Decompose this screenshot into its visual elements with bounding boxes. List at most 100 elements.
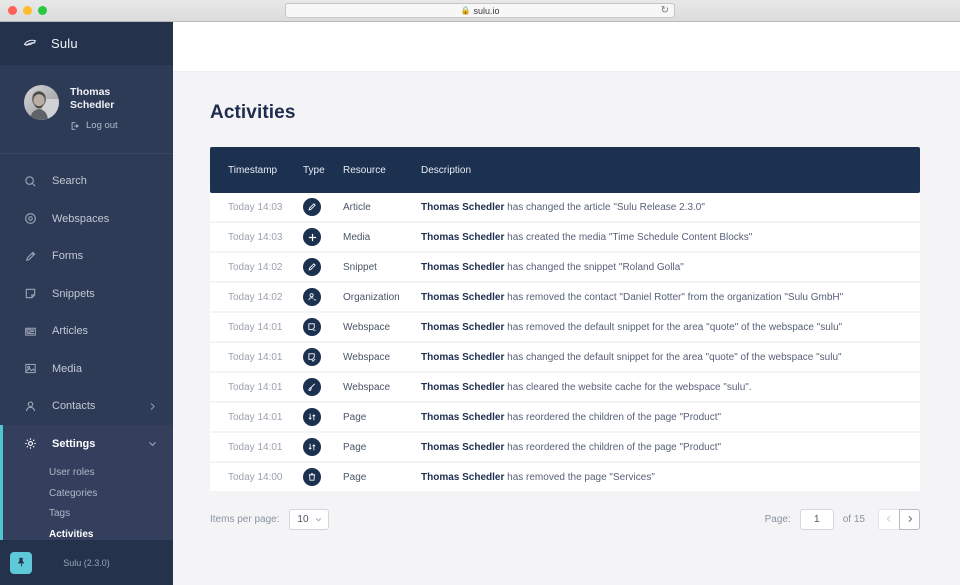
- snippet-minus-icon: [303, 318, 321, 336]
- cell-type: [303, 438, 343, 456]
- sidebar-item-categories[interactable]: Categories: [0, 483, 173, 504]
- sidebar-item-label: Forms: [52, 250, 173, 262]
- sidebar-item-label: Media: [52, 363, 173, 375]
- items-per-page-select[interactable]: 10: [289, 509, 329, 530]
- sidebar-item-webspaces[interactable]: Webspaces: [0, 200, 173, 238]
- user-name-line1: Thomas: [70, 86, 118, 99]
- table-row[interactable]: Today 14:03 ArticleThomas Schedler has ch…: [210, 193, 920, 223]
- page-title: Activities: [210, 102, 923, 124]
- cell-resource: Organization: [343, 292, 421, 303]
- cell-timestamp: Today 14:01: [210, 322, 303, 333]
- table-row[interactable]: Today 14:01WebspaceThomas Schedler has c…: [210, 343, 920, 373]
- pager-buttons: [878, 509, 920, 530]
- cell-type: [303, 348, 343, 366]
- sulu-logo-icon: [22, 35, 39, 52]
- sidebar-item-label: Snippets: [52, 288, 173, 300]
- address-bar[interactable]: 🔒 sulu.io ↻: [285, 3, 675, 18]
- cell-type: [303, 468, 343, 486]
- sidebar-footer: Sulu (2.3.0): [0, 540, 173, 585]
- actor-name: Thomas Schedler: [421, 202, 504, 213]
- cell-resource: Page: [343, 442, 421, 453]
- browser-chrome: 🔒 sulu.io ↻: [0, 0, 960, 22]
- user-block[interactable]: Thomas Schedler Log out: [0, 65, 173, 154]
- logout-icon: [70, 121, 80, 131]
- cell-description: Thomas Schedler has changed the snippet …: [421, 262, 920, 273]
- search-icon: [24, 175, 37, 188]
- cell-description: Thomas Schedler has reordered the childr…: [421, 442, 920, 453]
- cell-timestamp: Today 14:03: [210, 202, 303, 213]
- sidebar-item-activities[interactable]: Activities: [0, 524, 173, 540]
- chevron-down-icon: [315, 516, 322, 523]
- actor-name: Thomas Schedler: [421, 442, 504, 453]
- sidebar-item-tags[interactable]: Tags: [0, 503, 173, 524]
- table-row[interactable]: Today 14:01WebspaceThomas Schedler has r…: [210, 313, 920, 343]
- sidebar-item-forms[interactable]: Forms: [0, 237, 173, 275]
- maximize-window-button[interactable]: [38, 6, 47, 15]
- close-window-button[interactable]: [8, 6, 17, 15]
- cell-resource: Media: [343, 232, 421, 243]
- settings-subnav: User roles Categories Tags Activities: [0, 462, 173, 540]
- table-row[interactable]: Today 14:03 MediaThomas Schedler has crea…: [210, 223, 920, 253]
- page-value: 1: [814, 514, 820, 525]
- sidebar-item-search[interactable]: Search: [0, 162, 173, 200]
- next-page-button[interactable]: [899, 509, 920, 530]
- table-body: Today 14:03ArticleThomas Schedler has ch…: [210, 193, 920, 493]
- window-controls[interactable]: [0, 6, 47, 15]
- pen-icon: [24, 250, 37, 263]
- table-row[interactable]: Today 14:01PageThomas Schedler has reord…: [210, 403, 920, 433]
- app-shell: Sulu: [0, 22, 960, 585]
- sidebar-logo[interactable]: Sulu: [0, 22, 173, 65]
- table-row[interactable]: Today 14:02SnippetThomas Schedler has ch…: [210, 253, 920, 283]
- minimize-window-button[interactable]: [23, 6, 32, 15]
- cell-type: [303, 408, 343, 426]
- column-header-type[interactable]: Type: [303, 165, 343, 176]
- sidebar-nav: Search Webspaces Forms: [0, 154, 173, 540]
- cell-resource: Webspace: [343, 322, 421, 333]
- items-per-page-value: 10: [297, 514, 308, 525]
- sidebar-item-media[interactable]: Media: [0, 350, 173, 388]
- table-row[interactable]: Today 14:01 WebspaceThomas Schedler has c…: [210, 373, 920, 403]
- sidebar-item-label: Settings: [52, 438, 133, 450]
- table-header-row: Timestamp Type Resource Description: [210, 147, 920, 193]
- brush-icon: [303, 378, 321, 396]
- table-row[interactable]: Today 14:00PageThomas Schedler has remov…: [210, 463, 920, 493]
- cell-type: [303, 258, 343, 276]
- cell-description: Thomas Schedler has removed the contact …: [421, 292, 920, 303]
- plus-icon: [303, 228, 321, 246]
- sidebar-item-snippets[interactable]: Snippets: [0, 275, 173, 313]
- pencil-icon: [303, 258, 321, 276]
- actor-name: Thomas Schedler: [421, 292, 504, 303]
- cell-description: Thomas Schedler has changed the article …: [421, 202, 920, 213]
- cell-timestamp: Today 14:01: [210, 382, 303, 393]
- sidebar-item-settings[interactable]: Settings: [0, 425, 173, 463]
- cell-resource: Page: [343, 412, 421, 423]
- actor-name: Thomas Schedler: [421, 322, 504, 333]
- column-header-description[interactable]: Description: [421, 165, 920, 176]
- user-name-line2: Schedler: [70, 99, 118, 112]
- page-input[interactable]: 1: [800, 509, 834, 530]
- logout-button[interactable]: Log out: [70, 120, 118, 131]
- cell-description: Thomas Schedler has created the media "T…: [421, 232, 920, 243]
- reload-icon[interactable]: ↻: [661, 6, 669, 16]
- cell-description: Thomas Schedler has cleared the website …: [421, 382, 920, 393]
- media-icon: [24, 362, 37, 375]
- prev-page-button[interactable]: [878, 509, 899, 530]
- cell-timestamp: Today 14:01: [210, 412, 303, 423]
- cell-timestamp: Today 14:03: [210, 232, 303, 243]
- column-header-timestamp[interactable]: Timestamp: [210, 165, 303, 176]
- pin-icon[interactable]: [10, 552, 32, 574]
- cell-resource: Webspace: [343, 382, 421, 393]
- chevron-down-icon[interactable]: [148, 439, 173, 448]
- table-row[interactable]: Today 14:01 PageThomas Schedler has reord…: [210, 433, 920, 463]
- sidebar-item-user-roles[interactable]: User roles: [0, 462, 173, 483]
- cell-resource: Article: [343, 202, 421, 213]
- cell-timestamp: Today 14:01: [210, 442, 303, 453]
- table-row[interactable]: Today 14:02OrganizationThomas Schedler h…: [210, 283, 920, 313]
- sidebar-item-articles[interactable]: Articles: [0, 312, 173, 350]
- user-meta: Thomas Schedler Log out: [70, 85, 118, 131]
- sidebar-item-contacts[interactable]: Contacts: [0, 387, 173, 425]
- reorder-icon: [303, 438, 321, 456]
- chevron-right-icon: [148, 402, 173, 411]
- column-header-resource[interactable]: Resource: [343, 165, 421, 176]
- sidebar-logo-text: Sulu: [51, 36, 78, 51]
